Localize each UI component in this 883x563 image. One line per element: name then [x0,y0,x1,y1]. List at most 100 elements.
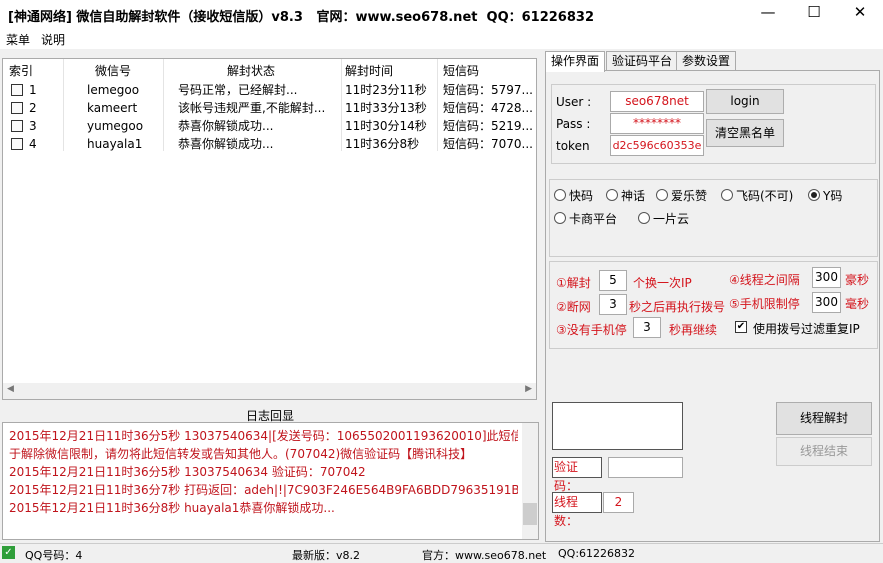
cell-time: 11时33分13秒 [345,101,427,115]
cell-index: 3 [29,119,37,133]
setting-2-label: ②断网 [556,300,591,314]
cell-wechat: huayala1 [87,137,143,151]
row-checkbox[interactable] [11,120,23,132]
setting-3-input[interactable]: 3 [633,317,661,338]
cell-status: 恭喜你解锁成功... [178,119,274,133]
row-checkbox[interactable] [11,102,23,114]
platform-radio[interactable]: 神话 [606,187,645,204]
token-label: token [556,139,590,153]
horizontal-scrollbar[interactable]: ◀ ▶ [3,383,536,399]
user-label: User : [556,95,592,109]
login-button[interactable]: login [706,89,784,114]
setting-4-unit: 豪秒 [845,273,870,287]
cell-sms: 短信码：5219... [443,119,533,133]
token-input[interactable]: d2c596c60353e [610,135,704,156]
cell-status: 该帐号违规严重,不能解封... [178,101,326,115]
header-sms[interactable]: 短信码 [443,61,479,81]
tab-captcha-platform[interactable]: 验证码平台 [606,51,679,71]
setting-1-input[interactable]: 5 [599,270,627,291]
platform-radio[interactable]: 爱乐赞 [656,187,707,204]
log-line: 于解除微信限制，请勿将此短信转发或告知其他人。(707042)微信验证码【腾讯科… [9,447,473,461]
cell-status: 恭喜你解锁成功... [178,137,274,151]
status-bar: ✓ QQ号码：4 最新版：v8.2 官方：www.seo678.net QQ:6… [0,543,883,563]
table-row[interactable]: 2 kameert 该帐号违规严重,不能解封... 11时33分13秒 短信码：4728… [3,99,536,117]
cell-sms: 短信码：5797... [443,83,533,97]
status-qq-count: QQ号码：4 [25,549,83,562]
row-checkbox[interactable] [11,84,23,96]
cell-time: 11时30分14秒 [345,119,427,133]
status-site[interactable]: 官方：www.seo678.net [422,547,546,563]
minimize-button[interactable]: — [745,0,791,27]
setting-3-label: ③没有手机停 [556,323,627,337]
cell-time: 11时36分8秒 [345,137,420,151]
operation-panel: User : seo678net Pass : ******** token d… [545,70,880,542]
vertical-scrollbar[interactable] [522,423,538,539]
header-time[interactable]: 解封时间 [345,61,393,81]
captcha-image [552,402,683,450]
platform-label: Y码 [823,189,843,203]
setting-3-unit: 秒再继续 [669,323,718,337]
title-bar: [神通网络] 微信自助解封软件（接收短信版）v8.3 官网：www.seo678… [0,0,883,27]
header-status[interactable]: 解封状态 [227,61,275,81]
platform-label: 快码 [569,189,594,203]
platform-radio[interactable]: 卡商平台 [554,210,617,227]
platform-radio[interactable]: 飞码(不可) [721,187,793,204]
header-index[interactable]: 索引 [9,61,33,81]
filter-ip-checkbox[interactable]: ✔ [735,321,747,333]
setting-1-label: ①解封 [556,276,591,290]
stop-threads-button[interactable]: 线程结束 [776,437,872,466]
menu-bar: 菜单 说明 [0,27,883,49]
platform-radio[interactable]: 一片云 [638,210,689,227]
table-row[interactable]: 3 yumegoo 恭喜你解锁成功... 11时30分14秒 短信码：5219... [3,117,536,135]
setting-4-label: ④线程之间隔 [729,273,800,287]
table-row[interactable]: 1 lemegoo 号码正常，已经解封... 11时23分11秒 短信码：5797... [3,81,536,99]
filter-ip-label: 使用拨号过滤重复IP [753,322,860,336]
platform-label: 飞码(不可) [736,189,794,203]
cell-wechat: yumegoo [87,119,144,133]
captcha-label: 验证码： [552,457,602,493]
cell-status: 号码正常，已经解封... [178,83,298,97]
start-threads-button[interactable]: 线程解封 [776,402,872,435]
log-line: 2015年12月21日11时36分8秒 huayala1恭喜你解锁成功... [9,501,335,515]
tab-operation[interactable]: 操作界面 [545,51,606,72]
platform-label: 一片云 [653,212,690,226]
menu-item-help[interactable]: 说明 [41,31,65,48]
platform-radio[interactable]: Y码 [808,187,842,204]
cell-index: 1 [29,83,37,97]
user-input[interactable]: seo678net [610,91,704,112]
tab-parameters[interactable]: 参数设置 [676,51,737,71]
status-qq-contact: QQ:61226832 [558,547,636,560]
log-output[interactable]: 2015年12月21日11时36分5秒 13037540634|[发送号码：10… [2,422,539,540]
setting-5-input[interactable]: 300 [812,292,841,313]
pass-label: Pass : [556,117,591,131]
cell-index: 4 [29,137,37,151]
setting-2-input[interactable]: 3 [599,294,627,315]
cell-index: 2 [29,101,37,115]
cell-wechat: kameert [87,101,138,115]
log-line: 2015年12月21日11时36分5秒 13037540634 验证码：7070… [9,465,366,479]
table-row[interactable]: 4 huayala1 恭喜你解锁成功... 11时36分8秒 短信码：7070... [3,135,536,153]
close-button[interactable]: ✕ [837,0,883,27]
threads-input[interactable]: 2 [603,492,634,513]
clear-blacklist-button[interactable]: 清空黑名单 [706,119,784,147]
platform-radio[interactable]: 快码 [554,187,593,204]
cell-wechat: lemegoo [87,83,140,97]
pass-input[interactable]: ******** [610,113,704,134]
header-wechat[interactable]: 微信号 [95,61,131,81]
window-title: [神通网络] 微信自助解封软件（接收短信版）v8.3 官网：www.seo678… [8,10,594,25]
setting-2-unit: 秒之后再执行拨号 [629,300,726,314]
log-line: 2015年12月21日11时36分7秒 打码返回：adeh|!|7C903F24… [9,483,518,497]
status-version: 最新版：v8.2 [292,549,361,562]
cell-sms: 短信码：7070... [443,137,533,151]
threads-label: 线程数： [552,492,602,528]
maximize-button[interactable]: ☐ [791,0,837,27]
setting-5-unit: 毫秒 [845,297,870,311]
setting-4-input[interactable]: 300 [812,267,841,288]
platform-label: 爱乐赞 [671,189,708,203]
platform-label: 神话 [621,189,646,203]
row-checkbox[interactable] [11,138,23,150]
menu-item-menu[interactable]: 菜单 [6,31,30,48]
captcha-input[interactable] [608,457,683,478]
log-line: 2015年12月21日11时36分5秒 13037540634|[发送号码：10… [9,429,518,443]
check-icon: ✓ [2,546,15,559]
